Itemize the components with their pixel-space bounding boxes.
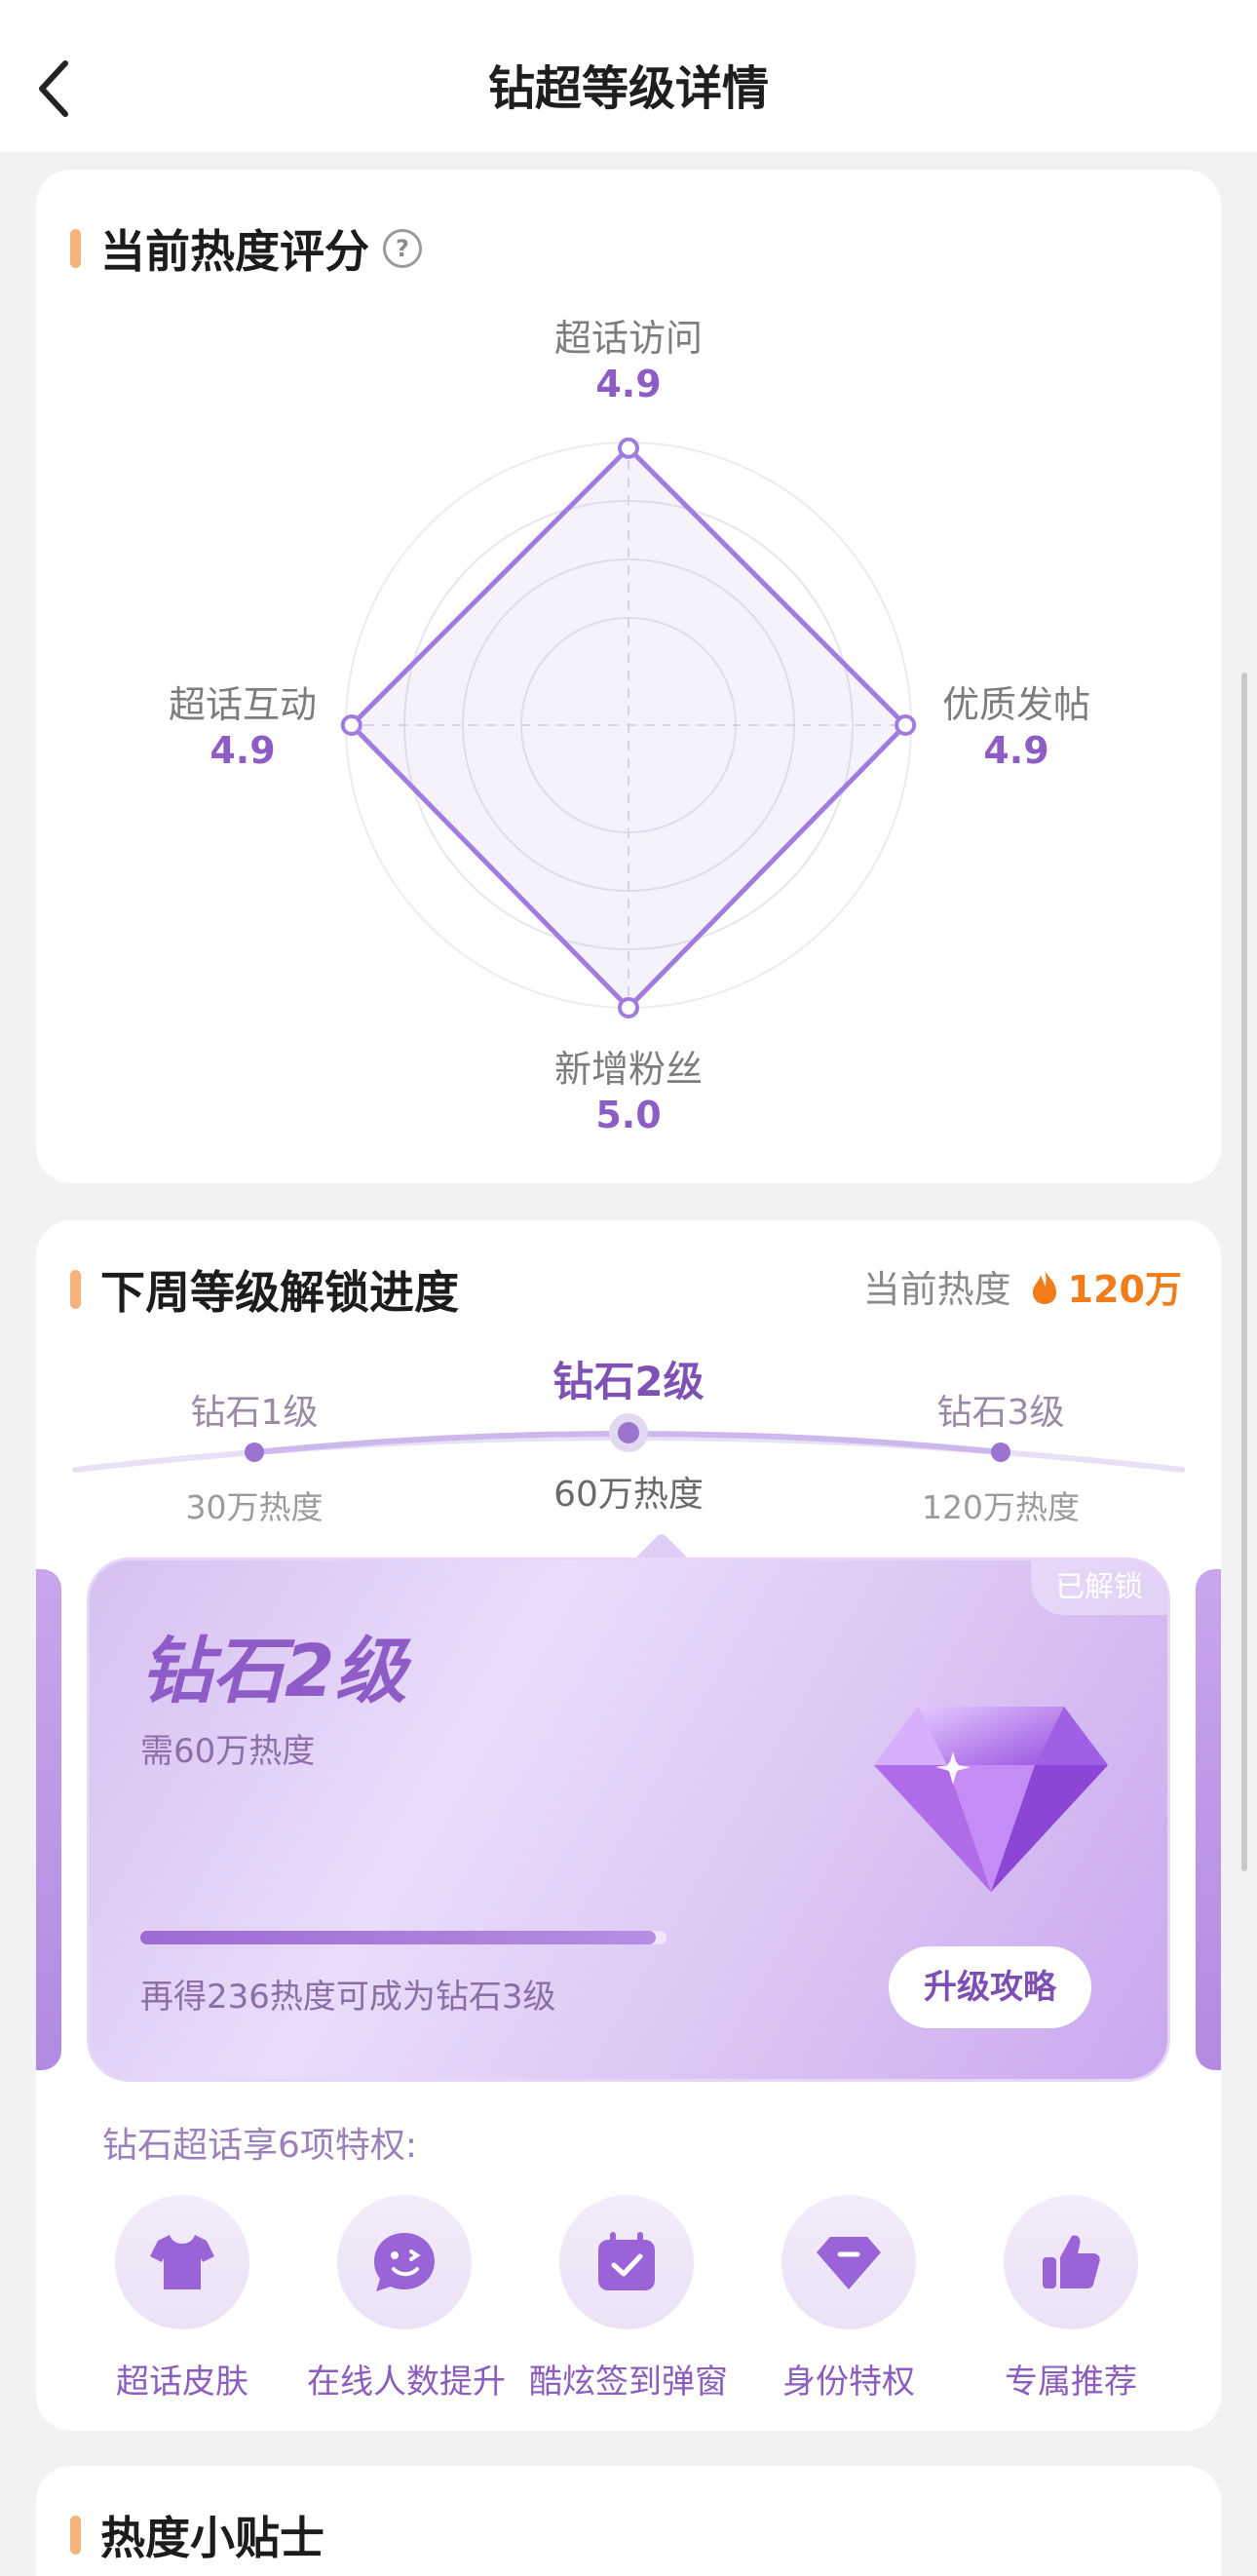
level-dot-3[interactable]	[991, 1442, 1010, 1462]
radar-value-interaction: 4.9	[210, 729, 276, 772]
privilege-label: 在线人数提升	[307, 2363, 506, 2402]
radar-point-0	[618, 437, 639, 459]
privilege-checkin-popup[interactable]: 酷炫签到弹窗	[529, 2195, 728, 2403]
privilege-icon-circle	[559, 2195, 694, 2329]
privilege-icon-circle	[1004, 2195, 1138, 2329]
thumbs-up-icon	[1043, 2235, 1100, 2288]
heat-tips-card: 热度小贴士	[36, 2466, 1221, 2576]
diamond-badge-icon	[817, 2237, 881, 2289]
privilege-label: 超话皮肤	[116, 2363, 248, 2402]
card-level-title: 钻石2级	[140, 1630, 407, 1713]
radar-value-new-fans: 5.0	[595, 1094, 662, 1136]
level-progress-text: 再得236热度可成为钻石3级	[140, 1978, 556, 2017]
level-3-heat: 120万热度	[922, 1488, 1080, 1526]
tips-title: 热度小贴士	[70, 2503, 324, 2567]
tshirt-icon	[150, 2235, 214, 2289]
radar-label-interaction: 超话互动	[168, 683, 317, 726]
level-progress-fill	[140, 1931, 657, 1944]
page-title: 钻超等级详情	[487, 61, 769, 116]
level-track: 钻石1级 30万热度 钻石2级 60万热度 钻石3级 120万热度	[36, 1220, 1221, 1552]
radar-value-visits: 4.9	[595, 363, 662, 405]
radar-label-visits: 超话访问	[553, 317, 703, 360]
radar-polygon	[349, 445, 908, 1011]
radar-label-quality-posts: 优质发帖	[941, 683, 1090, 726]
privilege-icon-circle	[337, 2195, 472, 2329]
upgrade-guide-button[interactable]: 升级攻略	[889, 1946, 1091, 2028]
privilege-icon-circle	[781, 2195, 916, 2329]
page: 钻超等级详情 当前热度评分 ? 超话访问 4.9 优质发帖 4.9 新增粉丝 5…	[0, 0, 1257, 2576]
level-3-name[interactable]: 钻石3级	[874, 1384, 1127, 1435]
level-dot-2[interactable]	[618, 1422, 639, 1443]
next-level-card-peek[interactable]	[1196, 1569, 1221, 2070]
radar-point-2	[618, 997, 639, 1019]
unlocked-badge: 已解锁	[1031, 1560, 1167, 1615]
radar-value-quality-posts: 4.9	[983, 729, 1049, 772]
radar-chart: 超话访问 4.9 优质发帖 4.9 新增粉丝 5.0 超话互动 4.9	[36, 170, 1221, 1183]
nav-header: 钻超等级详情	[0, 0, 1257, 152]
smile-chat-icon	[374, 2233, 435, 2291]
privileges-title: 钻石超话享6项特权:	[102, 2126, 418, 2166]
level-2-heat: 60万热度	[553, 1475, 704, 1515]
privilege-label: 酷炫签到弹窗	[529, 2363, 728, 2402]
tips-title-text: 热度小贴士	[100, 2512, 324, 2564]
scrollbar[interactable]	[1241, 673, 1247, 1871]
privilege-label: 身份特权	[782, 2363, 915, 2402]
calendar-check-icon	[598, 2232, 655, 2290]
privilege-icon-circle	[115, 2195, 249, 2329]
privilege-identity[interactable]: 身份特权	[751, 2195, 946, 2403]
card-level-need: 需60万热度	[140, 1732, 316, 1771]
current-level-card[interactable]: 已解锁 钻石2级 需60万热度 再得236热度可成为钻石3级 升级攻略	[87, 1557, 1170, 2082]
level-2-name[interactable]: 钻石2级	[502, 1349, 755, 1408]
diamond-gem-icon	[874, 1707, 1108, 1892]
level-1-heat: 30万热度	[185, 1488, 324, 1526]
privilege-recommend[interactable]: 专属推荐	[973, 2195, 1168, 2403]
heat-score-card: 当前热度评分 ? 超话访问 4.9 优质发帖 4.9 新增粉丝 5.0 超话互动…	[36, 170, 1221, 1183]
level-1-name[interactable]: 钻石1级	[128, 1384, 381, 1435]
level-progress-card: 下周等级解锁进度 当前热度 120万 钻石1级 30万热度 钻石2级 60万热度	[36, 1220, 1221, 2431]
radar-label-new-fans: 新增粉丝	[553, 1048, 703, 1091]
privilege-online-count[interactable]: 在线人数提升	[307, 2195, 506, 2403]
title-accent-bar	[70, 2516, 81, 2555]
prev-level-card-peek[interactable]	[36, 1569, 61, 2070]
level-progress-bar	[140, 1931, 667, 1944]
level-dot-1[interactable]	[245, 1442, 264, 1462]
privilege-label: 专属推荐	[1005, 2363, 1137, 2402]
privilege-skin[interactable]: 超话皮肤	[85, 2195, 280, 2403]
